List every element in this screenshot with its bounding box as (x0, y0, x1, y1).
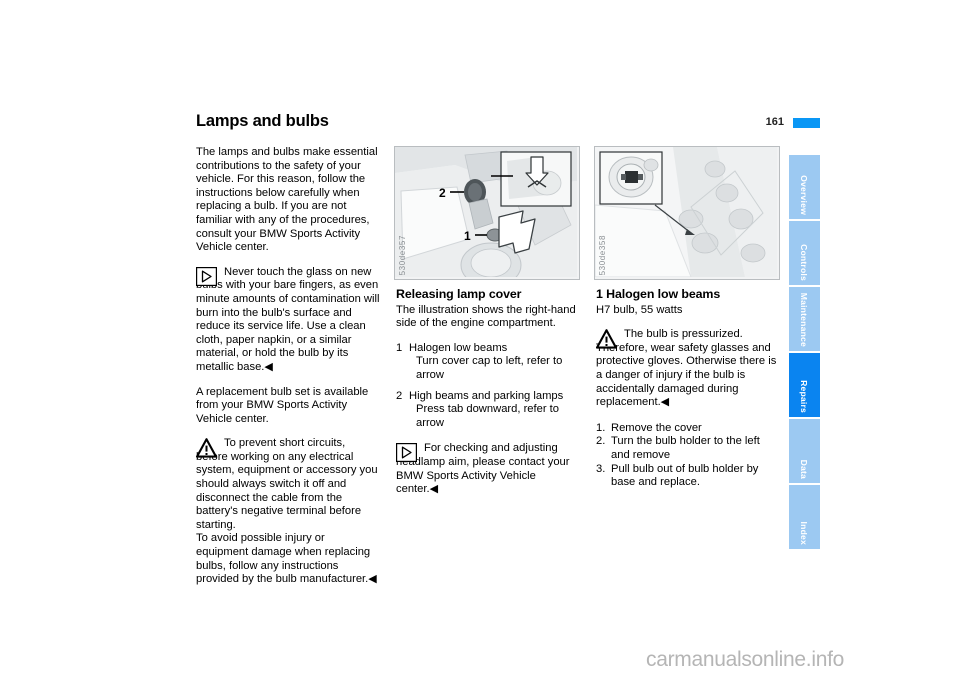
bulb-replacement-steps: 1. Remove the cover 2. Turn the bulb hol… (596, 422, 780, 490)
list-item: 2 High beams and parking lamps (396, 390, 580, 404)
figure-lamp-cover: 2 1 530de357 (394, 146, 580, 280)
list-gap (396, 383, 580, 390)
figure-lamp-cover-caption: 530de357 (398, 234, 407, 275)
page-number-accent-bar (793, 118, 820, 128)
tab-repairs[interactable]: Repairs (789, 353, 820, 417)
list-item: 1 Halogen low beams (396, 342, 580, 356)
callout-title: Halogen low beams (409, 341, 508, 354)
figure-bulb-holder-caption: 530de358 (598, 234, 607, 275)
step-text: Pull bulb out of bulb holder by base and… (611, 462, 759, 489)
releasing-lamp-cover-heading: Releasing lamp cover (396, 287, 522, 301)
tab-overview[interactable]: Overview (789, 155, 820, 219)
list-item: 3. Pull bulb out of bulb holder by base … (596, 463, 780, 490)
tab-maintenance[interactable]: Maintenance (789, 287, 820, 351)
warning-short-circuits: To prevent short circuits, before workin… (195, 437, 380, 587)
replacement-set-paragraph: A replacement bulb set is available from… (196, 385, 369, 425)
list-item-sub: Turn cover cap to left, refer to arrow (396, 355, 580, 382)
figure-callout-1: 1 (464, 229, 471, 243)
watermark: carmanualsonline.info (646, 648, 844, 671)
note-headlamp-aim-text: For checking and adjusting headlamp aim,… (396, 442, 570, 496)
warning-bulb-pressurized: The bulb is pressurized. Therefore, wear… (595, 328, 780, 410)
page-title: Lamps and bulbs (196, 112, 329, 130)
figure-bulb-holder-illustration (595, 147, 777, 278)
intro-paragraph: The lamps and bulbs make essential contr… (196, 146, 378, 254)
callout-number: 1 (396, 341, 403, 354)
tab-index-label: Index (799, 521, 810, 545)
tab-data[interactable]: Data (789, 419, 820, 483)
warning-short-circuits-text: To prevent short circuits, before workin… (196, 437, 378, 586)
tab-controls-label: Controls (799, 244, 810, 281)
warning-triangle-icon (195, 438, 218, 458)
tab-data-label: Data (799, 459, 810, 479)
halogen-low-beams-heading: 1 Halogen low beams (596, 287, 721, 301)
tab-repairs-label: Repairs (799, 380, 810, 413)
callout-number: 2 (396, 389, 403, 402)
page-number: 161 (765, 116, 784, 128)
figure-lamp-cover-illustration: 2 1 (395, 147, 577, 279)
callout-sub: Turn cover cap to left, refer to arrow (416, 355, 563, 381)
tab-controls[interactable]: Controls (789, 221, 820, 285)
column-three: 1 Halogen low beams H7 bulb, 55 watts Th… (595, 287, 780, 490)
note-bulb-glass-text: Never touch the glass on new bulbs with … (196, 265, 380, 373)
step-number: 1. (596, 421, 606, 434)
warning-triangle-icon (595, 329, 618, 349)
figure-bulb-holder: 530de358 (594, 146, 780, 280)
lamp-cover-callout-list: 1 Halogen low beams Turn cover cap to le… (396, 342, 580, 431)
list-item: 1. Remove the cover (596, 422, 780, 436)
step-number: 2. (596, 435, 606, 448)
column-one: The lamps and bulbs make essential contr… (195, 146, 380, 598)
tab-index[interactable]: Index (789, 485, 820, 549)
releasing-lamp-cover-intro: The illustration shows the right-hand si… (396, 303, 576, 330)
column-two: Releasing lamp cover The illustration sh… (395, 287, 580, 508)
list-item: 2. Turn the bulb holder to the left and … (596, 435, 780, 462)
manual-page: Lamps and bulbs 161 The lamps and bulbs … (0, 0, 960, 678)
note-pointer-icon (195, 266, 218, 286)
note-pointer-icon (395, 443, 418, 463)
step-number: 3. (596, 462, 606, 475)
list-item-sub: Press tab downward, refer to arrow (396, 403, 580, 430)
warning-bulb-pressurized-text: The bulb is pressurized. Therefore, wear… (596, 328, 777, 409)
figure-callout-2: 2 (439, 186, 446, 200)
tab-overview-label: Overview (799, 175, 810, 215)
callout-sub: Press tab downward, refer to arrow (416, 403, 560, 429)
note-bulb-glass: Never touch the glass on new bulbs with … (195, 265, 380, 375)
step-text: Remove the cover (611, 421, 702, 434)
halogen-bulb-spec: H7 bulb, 55 watts (596, 303, 683, 316)
section-tab-strip: Overview Controls Maintenance Repairs Da… (789, 155, 820, 551)
tab-maintenance-label: Maintenance (799, 292, 810, 347)
callout-title: High beams and parking lamps (409, 389, 564, 402)
step-text: Turn the bulb holder to the left and rem… (611, 435, 760, 461)
note-headlamp-aim: For checking and adjusting headlamp aim,… (395, 442, 580, 496)
